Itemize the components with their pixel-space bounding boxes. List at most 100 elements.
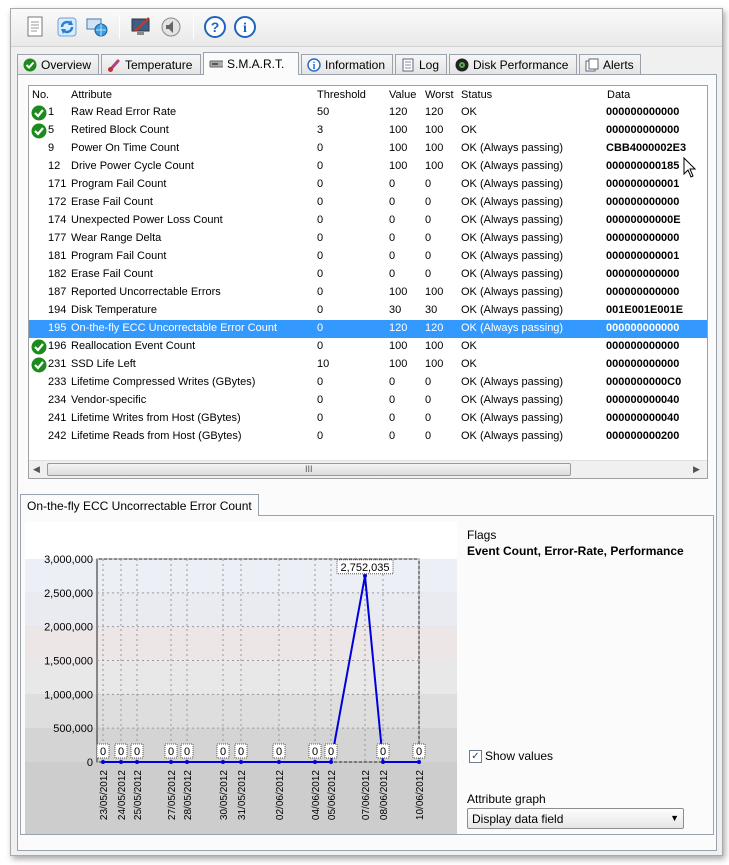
table-row[interactable]: 187 Reported Uncorrectable Errors 0 100 100 O… bbox=[29, 284, 707, 302]
cell-value: 100 bbox=[389, 124, 408, 136]
column-header-value[interactable]: Value bbox=[389, 89, 416, 101]
help-icon[interactable]: ? bbox=[201, 13, 229, 41]
data-point bbox=[135, 760, 139, 764]
tab-label: Information bbox=[325, 57, 386, 72]
tab-alerts[interactable]: Alerts bbox=[579, 54, 641, 74]
cell-data: 000000000001 bbox=[606, 250, 680, 262]
data-label: 0 bbox=[238, 746, 244, 758]
table-row[interactable]: 234 Vendor-specific 0 0 0 OK (Always passing)… bbox=[29, 392, 707, 410]
table-row[interactable]: 194 Disk Temperature 0 30 30 OK (Always passi… bbox=[29, 302, 707, 320]
table-row[interactable]: 231 SSD Life Left 10 100 100 OK 000000000000 bbox=[29, 356, 707, 374]
table-row[interactable]: 241 Lifetime Writes from Host (GBytes) 0 0 0… bbox=[29, 410, 707, 428]
green-check-icon bbox=[23, 58, 37, 72]
flags-label: Flags bbox=[467, 528, 497, 542]
tab-smart[interactable]: S.M.A.R.T. bbox=[203, 52, 299, 75]
table-row[interactable]: 5 Retired Block Count 3 100 100 OK 00000000000… bbox=[29, 122, 707, 140]
cell-attribute: Reallocation Event Count bbox=[71, 340, 196, 352]
column-header-no[interactable]: No. bbox=[32, 89, 49, 101]
data-point bbox=[169, 760, 173, 764]
graph-panel: 3,000,000 2,500,000 2,000,000 1,500,000 1,00… bbox=[20, 515, 714, 835]
cell-threshold: 0 bbox=[317, 430, 324, 442]
svg-text:i: i bbox=[243, 21, 247, 36]
cell-status: OK (Always passing) bbox=[461, 430, 564, 442]
table-row[interactable]: 181 Program Fail Count 0 0 0 OK (Always passi… bbox=[29, 248, 707, 266]
cell-status: OK (Always passing) bbox=[461, 412, 564, 424]
tab-overview[interactable]: Overview bbox=[17, 54, 99, 74]
x-tick-label: 28/05/2012 bbox=[183, 770, 194, 820]
table-row[interactable]: 174 Unexpected Power Loss Count 0 0 0 OK (Alw… bbox=[29, 212, 707, 230]
graph-tab[interactable]: On-the-fly ECC Uncorrectable Error Count bbox=[20, 494, 259, 516]
table-row[interactable]: 195 On-the-fly ECC Uncorrectable Error Co… bbox=[29, 320, 707, 338]
horizontal-scrollbar[interactable]: ◀ III ▶ bbox=[29, 460, 707, 478]
cell-attribute: Vendor-specific bbox=[71, 394, 147, 406]
drive-icon bbox=[209, 57, 223, 71]
cell-attribute: Lifetime Writes from Host (GBytes) bbox=[71, 412, 241, 424]
cell-threshold: 0 bbox=[317, 340, 324, 352]
tab-information[interactable]: i Information bbox=[301, 54, 393, 74]
table-row[interactable]: 9 Power On Time Count 0 100 100 OK (Always pa… bbox=[29, 140, 707, 158]
data-point bbox=[277, 760, 281, 764]
cell-value: 120 bbox=[389, 106, 408, 118]
cell-worst: 0 bbox=[425, 412, 432, 424]
report-document-icon[interactable] bbox=[21, 13, 49, 41]
table-row[interactable]: 172 Erase Fail Count 0 0 0 OK (Always passing… bbox=[29, 194, 707, 212]
cell-value: 0 bbox=[389, 250, 396, 262]
tab-temperature[interactable]: Temperature bbox=[101, 54, 201, 74]
cell-attribute: Erase Fail Count bbox=[71, 196, 153, 208]
cell-value: 30 bbox=[389, 304, 402, 316]
table-row[interactable]: 12 Drive Power Cycle Count 0 100 100 OK (Alwa… bbox=[29, 158, 707, 176]
column-header-attribute[interactable]: Attribute bbox=[71, 89, 112, 101]
column-header-data[interactable]: Data bbox=[607, 89, 630, 101]
scroll-right-arrow-icon[interactable]: ▶ bbox=[693, 464, 700, 475]
cell-worst: 0 bbox=[425, 214, 432, 226]
tab-bar: Overview Temperature S.M.A.R.T. i Inform… bbox=[17, 52, 717, 75]
flags-value: Event Count, Error-Rate, Performance bbox=[467, 544, 684, 558]
cell-threshold: 0 bbox=[317, 412, 324, 424]
cell-data: 000000000040 bbox=[606, 394, 680, 406]
y-tick-label: 500,000 bbox=[53, 723, 93, 735]
speaker-icon[interactable] bbox=[157, 13, 185, 41]
refresh-icon[interactable] bbox=[53, 13, 81, 41]
show-values-checkbox[interactable]: ✓ Show values bbox=[469, 749, 553, 763]
edit-monitor-icon[interactable] bbox=[127, 13, 155, 41]
checkbox-checked-icon[interactable]: ✓ bbox=[469, 749, 482, 763]
cell-status: OK (Always passing) bbox=[461, 142, 564, 154]
cell-no: 12 bbox=[48, 160, 61, 172]
attribute-graph-select[interactable]: Display data field ▼ bbox=[467, 808, 684, 829]
cell-worst: 100 bbox=[425, 340, 444, 352]
flags-section: Flags Event Count, Error-Rate, Performan… bbox=[467, 528, 707, 558]
table-row[interactable]: 196 Reallocation Event Count 0 100 100 OK 0000… bbox=[29, 338, 707, 356]
table-row[interactable]: 171 Program Fail Count 0 0 0 OK (Always passi… bbox=[29, 176, 707, 194]
network-globe-icon[interactable] bbox=[83, 13, 111, 41]
attribute-graph-value: Display data field bbox=[472, 812, 564, 826]
table-row[interactable]: 242 Lifetime Reads from Host (GBytes) 0 0 0 O… bbox=[29, 428, 707, 446]
scroll-left-arrow-icon[interactable]: ◀ bbox=[33, 464, 40, 475]
x-tick-label: 04/06/2012 bbox=[311, 770, 322, 820]
column-header-threshold[interactable]: Threshold bbox=[317, 89, 366, 101]
cell-status: OK (Always passing) bbox=[461, 250, 564, 262]
table-row[interactable]: 1 Raw Read Error Rate 50 120 120 OK 0000000000… bbox=[29, 104, 707, 122]
data-label: 0 bbox=[276, 746, 282, 758]
cell-data: 000000000000 bbox=[606, 322, 680, 334]
table-row[interactable]: 182 Erase Fail Count 0 0 0 OK (Always passing… bbox=[29, 266, 707, 284]
cell-value: 0 bbox=[389, 430, 396, 442]
column-header-status[interactable]: Status bbox=[461, 89, 492, 101]
cell-worst: 100 bbox=[425, 142, 444, 154]
data-point bbox=[381, 760, 385, 764]
column-header-worst[interactable]: Worst bbox=[425, 89, 454, 101]
cell-threshold: 10 bbox=[317, 358, 330, 370]
table-row[interactable]: 177 Wear Range Delta 0 0 0 OK (Always passing… bbox=[29, 230, 707, 248]
about-info-icon[interactable]: i bbox=[231, 13, 259, 41]
table-row[interactable]: 233 Lifetime Compressed Writes (GBytes) 0 0… bbox=[29, 374, 707, 392]
cell-attribute: Drive Power Cycle Count bbox=[71, 160, 194, 172]
cell-status: OK (Always passing) bbox=[461, 376, 564, 388]
data-label: 2,752,035 bbox=[341, 562, 390, 574]
tab-disk-performance[interactable]: Disk Performance bbox=[449, 54, 577, 74]
cell-status: OK (Always passing) bbox=[461, 304, 564, 316]
tab-log[interactable]: Log bbox=[395, 54, 447, 74]
scrollbar-thumb[interactable]: III bbox=[47, 463, 571, 476]
x-tick-label: 31/05/2012 bbox=[237, 770, 248, 820]
smart-attribute-list[interactable]: No. Attribute Threshold Value Worst Stat… bbox=[28, 85, 708, 479]
data-point bbox=[119, 760, 123, 764]
x-tick-label: 10/06/2012 bbox=[415, 770, 426, 820]
